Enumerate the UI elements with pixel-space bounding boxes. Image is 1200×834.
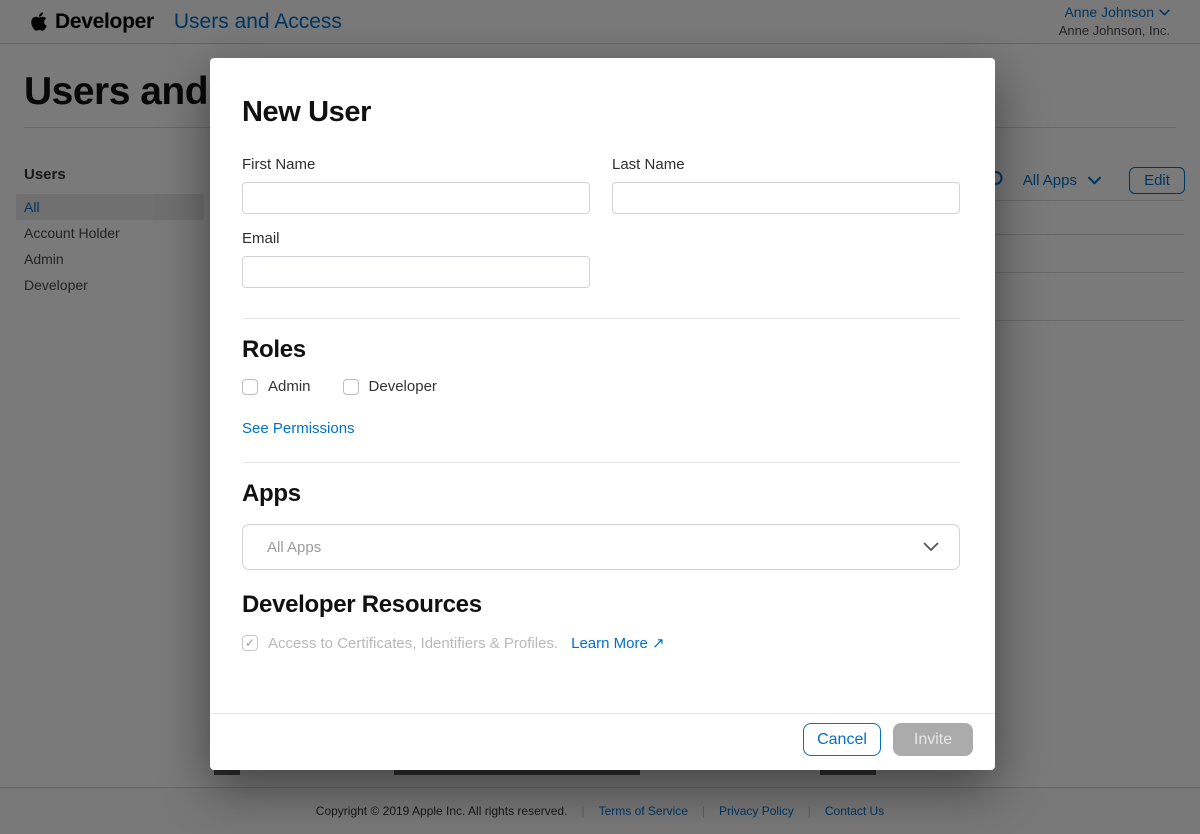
screen: Developer Users and Access Anne Johnson … bbox=[0, 0, 1200, 834]
first-name-label: First Name bbox=[242, 156, 590, 173]
invite-button[interactable]: Invite bbox=[893, 723, 973, 756]
last-name-group: Last Name bbox=[612, 156, 960, 214]
chevron-down-icon bbox=[923, 542, 939, 552]
see-permissions-link[interactable]: See Permissions bbox=[242, 420, 355, 437]
last-name-input[interactable] bbox=[612, 182, 960, 214]
developer-checkbox-label: Developer bbox=[369, 378, 437, 395]
developer-resources-heading: Developer Resources bbox=[242, 591, 960, 619]
roles-options: Admin Developer bbox=[242, 378, 960, 395]
role-developer-option[interactable]: Developer bbox=[343, 378, 437, 395]
cancel-button[interactable]: Cancel bbox=[803, 723, 881, 756]
apps-select-dropdown[interactable]: All Apps bbox=[242, 524, 960, 570]
developer-checkbox[interactable] bbox=[343, 379, 359, 395]
email-input[interactable] bbox=[242, 256, 590, 288]
admin-checkbox-label: Admin bbox=[268, 378, 311, 395]
first-name-input[interactable] bbox=[242, 182, 590, 214]
email-group: Email bbox=[242, 230, 590, 288]
external-link-arrow-icon: ↗ bbox=[652, 634, 665, 652]
admin-checkbox[interactable] bbox=[242, 379, 258, 395]
certificates-access-label: Access to Certificates, Identifiers & Pr… bbox=[268, 635, 558, 652]
first-name-group: First Name bbox=[242, 156, 590, 214]
last-name-label: Last Name bbox=[612, 156, 960, 173]
section-divider bbox=[242, 462, 960, 463]
roles-heading: Roles bbox=[242, 336, 960, 364]
certificates-access-checkbox: ✓ bbox=[242, 635, 258, 651]
developer-resources-option: ✓ Access to Certificates, Identifiers & … bbox=[242, 634, 960, 652]
modal-title: New User bbox=[242, 96, 960, 129]
email-label: Email bbox=[242, 230, 590, 247]
apps-selected-value: All Apps bbox=[267, 539, 321, 556]
name-fields-row: First Name Last Name bbox=[242, 156, 960, 214]
new-user-modal: New User First Name Last Name Email Role… bbox=[210, 58, 995, 770]
modal-action-bar: Cancel Invite bbox=[210, 713, 995, 770]
section-divider bbox=[242, 318, 960, 319]
role-admin-option[interactable]: Admin bbox=[242, 378, 311, 395]
apps-heading: Apps bbox=[242, 480, 960, 508]
learn-more-link[interactable]: Learn More ↗ bbox=[571, 634, 664, 652]
